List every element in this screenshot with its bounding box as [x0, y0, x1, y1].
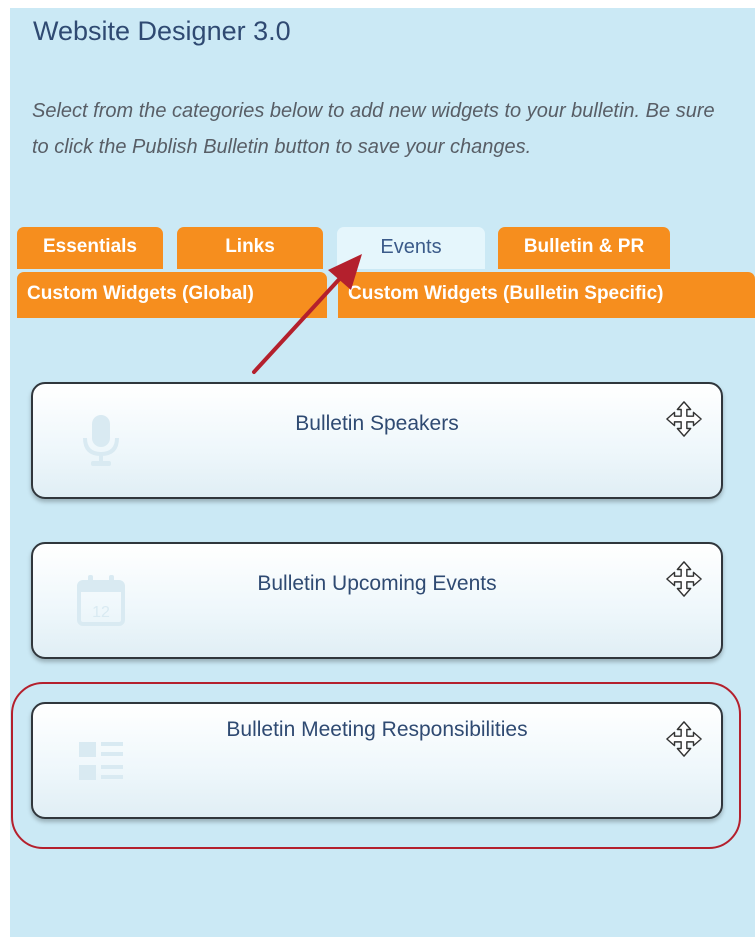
calendar-icon: 12	[77, 575, 125, 626]
move-arrows-icon[interactable]	[665, 720, 703, 758]
widget-label: Bulletin Upcoming Events	[257, 572, 497, 595]
tab-label: Links	[225, 236, 275, 257]
tab-label: Custom Widgets (Bulletin Specific)	[348, 283, 664, 304]
widget-label: Bulletin Speakers	[295, 412, 459, 435]
move-arrows-icon[interactable]	[665, 400, 703, 438]
tab-label: Events	[380, 236, 442, 258]
instructions-text: Select from the categories below to add …	[32, 100, 715, 158]
tab-custom-widgets-global[interactable]: Custom Widgets (Global)	[17, 272, 327, 318]
tab-links[interactable]: Links	[177, 227, 323, 269]
tab-label: Essentials	[43, 236, 137, 257]
microphone-icon	[83, 415, 119, 466]
widget-card-bulletin-speakers[interactable]: Bulletin Speakers	[31, 382, 723, 499]
tab-bulletin-pr[interactable]: Bulletin & PR	[498, 227, 670, 269]
widget-card-bulletin-upcoming-events[interactable]: 12 Bulletin Upcoming Events	[31, 542, 723, 659]
move-arrows-icon[interactable]	[665, 560, 703, 598]
tab-custom-widgets-bulletin-specific[interactable]: Custom Widgets (Bulletin Specific)	[338, 272, 755, 318]
tab-label: Bulletin & PR	[523, 236, 645, 257]
page-title: Website Designer 3.0	[33, 16, 291, 46]
widget-label: Bulletin Meeting Responsibilities	[226, 718, 528, 741]
tab-events[interactable]: Events	[337, 227, 485, 269]
tab-essentials[interactable]: Essentials	[17, 227, 163, 269]
calendar-day-text: 12	[92, 604, 110, 621]
widget-card-bulletin-meeting-responsibilities[interactable]: Bulletin Meeting Responsibilities	[31, 702, 723, 819]
tab-label: Custom Widgets (Global)	[27, 283, 254, 304]
list-icon	[79, 742, 123, 780]
